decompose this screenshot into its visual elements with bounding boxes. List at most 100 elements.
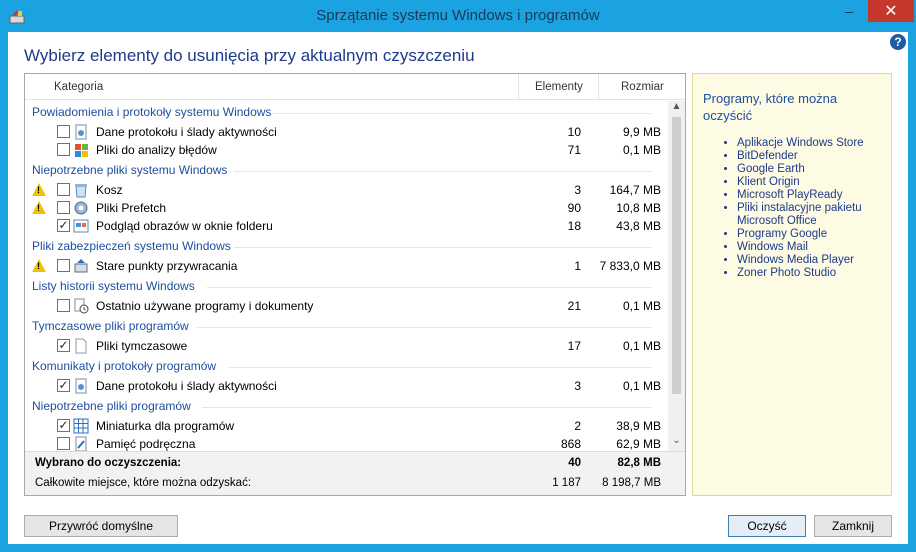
total-size: 8 198,7 MB <box>602 477 661 489</box>
item-size: 62,9 MB <box>616 437 661 451</box>
item-size: 0,1 MB <box>622 379 661 393</box>
item-label: Ostatnio używane programy i dokumenty <box>96 299 314 313</box>
item-count: 10 <box>567 125 581 139</box>
vertical-scrollbar[interactable]: ▲ ⌄ <box>668 101 685 451</box>
selected-count: 40 <box>568 457 581 469</box>
item-label: Stare punkty przywracania <box>96 259 238 273</box>
item-count: 868 <box>560 437 581 451</box>
list-item[interactable]: Dane protokołu i ślady aktywności 10 9,9… <box>25 123 667 141</box>
program-item: Google Earth <box>737 163 889 176</box>
item-count: 2 <box>574 419 581 433</box>
item-size: 0,1 MB <box>622 299 661 313</box>
gear-document-icon <box>75 124 87 140</box>
item-checkbox[interactable] <box>57 437 70 450</box>
item-size: 7 833,0 MB <box>599 259 661 273</box>
item-size: 43,8 MB <box>616 219 661 233</box>
list-item[interactable]: Pliki do analizy błędów 71 0,1 MB <box>25 141 667 159</box>
program-item: Windows Media Player <box>737 254 889 267</box>
item-checkbox[interactable] <box>57 259 70 272</box>
list-rows: Powiadomienia i protokoły systemu Window… <box>25 101 667 451</box>
list-item[interactable]: ✓ Pliki tymczasowe 17 0,1 MB <box>25 337 667 355</box>
scroll-up-icon[interactable]: ▲ <box>668 101 685 117</box>
list-item[interactable]: Pamięć podręczna 868 62,9 MB <box>25 435 667 451</box>
group-header: Niepotrzebne pliki systemu Windows <box>32 163 652 177</box>
item-label: Pliki do analizy błędów <box>96 143 217 157</box>
item-checkbox[interactable] <box>57 125 70 138</box>
restore-point-icon <box>74 259 88 273</box>
column-header-size[interactable]: Rozmiar <box>621 81 664 93</box>
cleanup-list: Kategoria Elementy Rozmiar Powiadomienia… <box>24 73 686 496</box>
item-size: 10,8 MB <box>616 201 661 215</box>
list-item[interactable]: Ostatnio używane programy i dokumenty 21… <box>25 297 667 315</box>
item-checkbox[interactable] <box>57 143 70 156</box>
program-item: Pliki instalacyjne pakietu Microsoft Off… <box>737 202 889 228</box>
item-size: 0,1 MB <box>622 339 661 353</box>
program-item: Aplikacje Windows Store <box>737 137 889 150</box>
close-button[interactable]: Zamknij <box>814 515 892 537</box>
window-title: Sprzątanie systemu Windows i programów <box>316 7 600 24</box>
item-label: Dane protokołu i ślady aktywności <box>96 125 277 139</box>
page-title: Wybierz elementy do usunięcia przy aktua… <box>24 46 475 65</box>
item-size: 164,7 MB <box>609 183 661 197</box>
item-label: Dane protokołu i ślady aktywności <box>96 379 277 393</box>
help-icon[interactable]: ? <box>890 34 906 50</box>
item-checkbox[interactable] <box>57 183 70 196</box>
column-header-category[interactable]: Kategoria <box>54 81 103 93</box>
program-item: BitDefender <box>737 150 889 163</box>
programs-panel-title: Programy, które można oczyścić <box>703 91 838 123</box>
program-item: Programy Google <box>737 228 889 241</box>
list-item[interactable]: Stare punkty przywracania 1 7 833,0 MB <box>25 257 667 275</box>
item-count: 90 <box>567 201 581 215</box>
item-count: 3 <box>574 379 581 393</box>
list-item[interactable]: ✓ Dane protokołu i ślady aktywności 3 0,… <box>25 377 667 395</box>
item-checkbox[interactable] <box>57 299 70 312</box>
group-header: Powiadomienia i protokoły systemu Window… <box>32 105 652 119</box>
minimize-button[interactable]: – <box>836 0 862 22</box>
item-checkbox[interactable]: ✓ <box>57 339 70 352</box>
scroll-thumb[interactable] <box>672 117 681 394</box>
item-size: 38,9 MB <box>616 419 661 433</box>
item-checkbox[interactable]: ✓ <box>57 419 70 432</box>
group-header: Pliki zabezpieczeń systemu Windows <box>32 239 652 253</box>
warning-icon <box>32 259 46 272</box>
list-header: Kategoria Elementy Rozmiar <box>25 74 685 100</box>
thumbnail-icon <box>73 219 89 233</box>
column-header-elements[interactable]: Elementy <box>535 81 583 93</box>
group-header: Komunikaty i protokoły programów <box>32 359 652 373</box>
warning-icon <box>32 183 46 196</box>
program-item: Zoner Photo Studio <box>737 267 889 280</box>
summary-panel: Wybrano do oczyszczenia: 40 82,8 MB Całk… <box>25 451 685 495</box>
item-count: 21 <box>567 299 581 313</box>
item-count: 71 <box>567 143 581 157</box>
program-item: Klient Origin <box>737 176 889 189</box>
group-header: Niepotrzebne pliki programów <box>32 399 652 413</box>
selected-size: 82,8 MB <box>617 457 661 469</box>
app-window: Sprzątanie systemu Windows i programów –… <box>0 0 916 552</box>
summary-total-row: Całkowite miejsce, które można odzyskać:… <box>25 474 685 494</box>
warning-icon <box>32 201 46 214</box>
grid-icon <box>73 418 89 434</box>
clean-button[interactable]: Oczyść <box>728 515 806 537</box>
list-item[interactable]: Pliki Prefetch 90 10,8 MB <box>25 199 667 217</box>
item-checkbox[interactable]: ✓ <box>57 379 70 392</box>
item-size: 0,1 MB <box>622 143 661 157</box>
scroll-down-icon[interactable]: ⌄ <box>668 435 685 451</box>
item-count: 3 <box>574 183 581 197</box>
list-item[interactable]: ✓ Miniaturka dla programów 2 38,9 MB <box>25 417 667 435</box>
restore-defaults-button[interactable]: Przywróć domyślne <box>24 515 178 537</box>
list-item[interactable]: ✓ Podgląd obrazów w oknie folderu 18 43,… <box>25 217 667 235</box>
item-label: Pliki tymczasowe <box>96 339 188 353</box>
item-checkbox[interactable] <box>57 201 70 214</box>
close-window-button[interactable]: ✕ <box>868 0 914 22</box>
gear-document-icon <box>75 378 87 394</box>
total-count: 1 187 <box>552 477 581 489</box>
windows-flag-icon <box>75 144 88 157</box>
list-item[interactable]: Kosz 3 164,7 MB <box>25 181 667 199</box>
clock-document-icon <box>74 298 89 314</box>
program-item: Windows Mail <box>737 241 889 254</box>
item-count: 18 <box>567 219 581 233</box>
item-count: 1 <box>574 259 581 273</box>
recycle-bin-icon <box>75 184 87 198</box>
dialog-body: Wybierz elementy do usunięcia przy aktua… <box>8 32 908 544</box>
item-checkbox[interactable]: ✓ <box>57 219 70 232</box>
